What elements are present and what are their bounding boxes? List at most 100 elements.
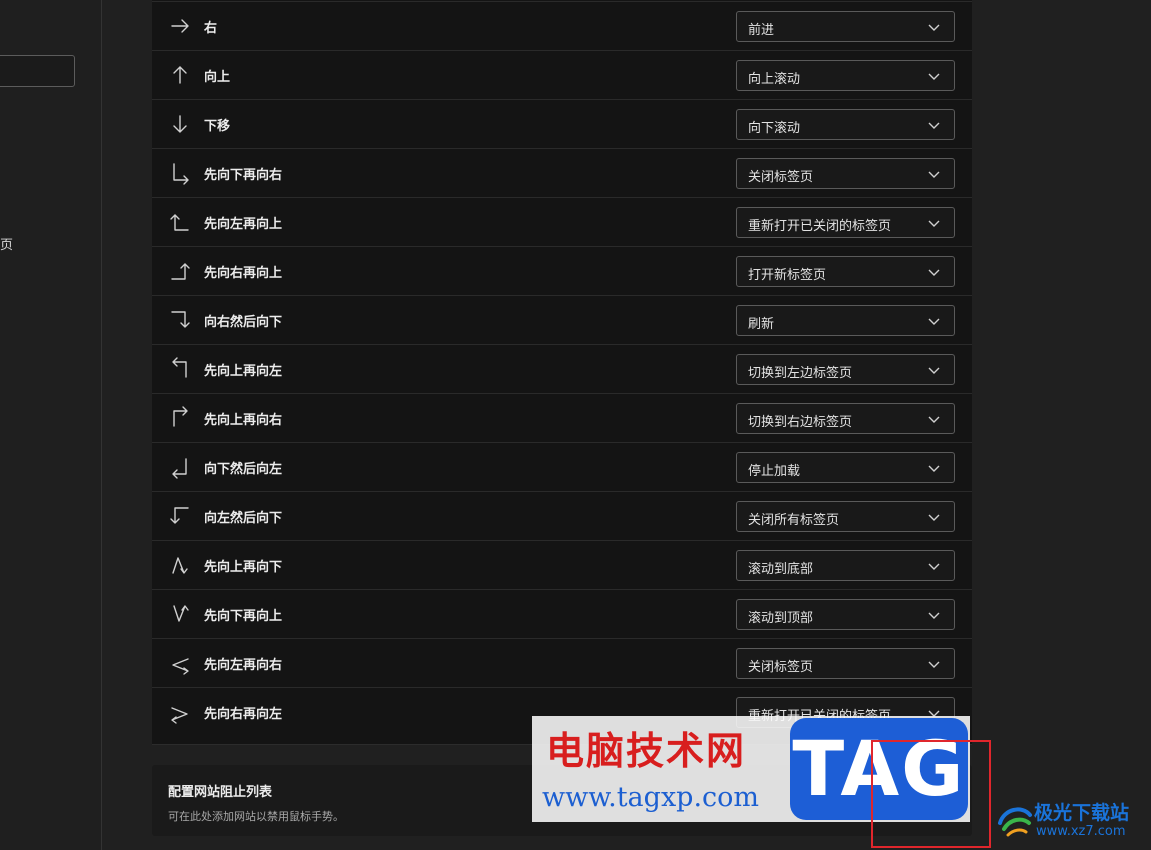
gesture-action-select[interactable]: 关闭标签页 [736, 158, 955, 189]
gesture-row: 向上 向上滚动 [152, 50, 972, 99]
gesture-action-select[interactable]: 前进 [736, 11, 955, 42]
gesture-action-value: 重新打开已关闭的标签页 [748, 219, 892, 234]
watermark-logo-name: 极光下载站 [1034, 802, 1130, 824]
gesture-action-select[interactable]: 关闭标签页 [736, 648, 955, 679]
gesture-action-select[interactable]: 关闭所有标签页 [736, 501, 955, 532]
up-then-left-icon [168, 357, 192, 381]
gesture-row: 先向下再向右 关闭标签页 [152, 148, 972, 197]
gesture-action-value: 打开新标签页 [748, 268, 827, 283]
gesture-action-select[interactable]: 向下滚动 [736, 109, 955, 140]
block-list-title: 配置网站阻止列表 [168, 785, 273, 800]
up-then-down-icon [168, 553, 192, 577]
gesture-label: 先向右再向左 [204, 707, 283, 722]
gesture-row: 先向上再向右 切换到右边标签页 [152, 393, 972, 442]
gesture-label: 向左然后向下 [204, 511, 283, 526]
gesture-row: 先向左再向右 关闭标签页 [152, 638, 972, 687]
gesture-row: 先向上再向左 切换到左边标签页 [152, 344, 972, 393]
gesture-action-value: 关闭标签页 [748, 170, 814, 185]
gesture-action-value: 滚动到底部 [748, 562, 814, 577]
gesture-action-value: 向下滚动 [748, 121, 801, 136]
chevron-down-icon [928, 217, 940, 229]
gesture-label: 先向上再向下 [204, 560, 283, 575]
gesture-action-value: 关闭标签页 [748, 660, 814, 675]
chevron-down-icon [928, 560, 940, 572]
watermark-corner-logo: 极光下载站 www.xz7.com [996, 797, 1146, 843]
gesture-action-value: 切换到左边标签页 [748, 366, 853, 381]
gesture-label: 先向上再向左 [204, 364, 283, 379]
gesture-row: 向下然后向左 停止加载 [152, 442, 972, 491]
chevron-down-icon [928, 609, 940, 621]
left-then-down-icon [168, 504, 192, 528]
left-then-up-icon [168, 210, 192, 234]
chevron-down-icon [928, 413, 940, 425]
gesture-action-select[interactable]: 切换到右边标签页 [736, 403, 955, 434]
gesture-action-value: 向上滚动 [748, 72, 801, 87]
chevron-down-icon [928, 315, 940, 327]
chevron-down-icon [928, 168, 940, 180]
right-then-up-icon [168, 259, 192, 283]
down-then-up-icon [168, 602, 192, 626]
gesture-action-value: 滚动到顶部 [748, 611, 814, 626]
gesture-row: 先向右再向上 打开新标签页 [152, 246, 972, 295]
chevron-down-icon [928, 364, 940, 376]
gesture-row: 向左然后向下 关闭所有标签页 [152, 491, 972, 540]
gesture-label: 先向左再向上 [204, 217, 283, 232]
right-then-left-icon [168, 700, 192, 724]
gesture-row: 先向上再向下 滚动到底部 [152, 540, 972, 589]
gesture-label: 向下然后向左 [204, 462, 283, 477]
gesture-row: 右 前进 [152, 1, 972, 50]
gesture-label: 向上 [204, 70, 231, 85]
gesture-row: 下移 向下滚动 [152, 99, 972, 148]
gesture-action-value: 关闭所有标签页 [748, 513, 840, 528]
gesture-action-select[interactable]: 刷新 [736, 305, 955, 336]
gesture-label: 先向左再向右 [204, 658, 283, 673]
chevron-down-icon [928, 462, 940, 474]
down-then-left-icon [168, 455, 192, 479]
arrow-right-icon [168, 14, 192, 38]
arrow-up-icon [168, 63, 192, 87]
gesture-label: 先向下再向右 [204, 168, 283, 183]
sidebar-item-clipped[interactable]: 页 [0, 234, 13, 253]
mouse-gesture-list: 右前进 向上 向上滚动 下移 向下滚动 先向下再向右 关闭标签页 先向左再向上 重新打开已关闭的… [152, 0, 972, 745]
gesture-action-value: 切换到右边标签页 [748, 415, 853, 430]
watermark-site-name: 电脑技术网 [546, 728, 747, 773]
aurora-logo-icon [998, 807, 1032, 837]
chevron-down-icon [928, 119, 940, 131]
watermark-logo-url: www.xz7.com [1036, 824, 1126, 839]
gesture-action-select[interactable]: 重新打开已关闭的标签页 [736, 207, 955, 238]
gesture-action-select[interactable]: 向上滚动 [736, 60, 955, 91]
gesture-row: 先向左再向上 重新打开已关闭的标签页 [152, 197, 972, 246]
gesture-action-value: 刷新 [748, 317, 775, 332]
chevron-down-icon [928, 266, 940, 278]
gesture-action-select[interactable]: 滚动到底部 [736, 550, 955, 581]
arrow-down-icon [168, 112, 192, 136]
gesture-action-select[interactable]: 打开新标签页 [736, 256, 955, 287]
block-list-description: 可在此处添加网站以禁用鼠标手势。 [168, 810, 344, 823]
gesture-label: 向右然后向下 [204, 315, 283, 330]
gesture-row: 先向下再向上 滚动到顶部 [152, 589, 972, 638]
highlight-frame [871, 740, 991, 848]
gesture-label: 下移 [204, 119, 231, 134]
gesture-label: 先向右再向上 [204, 266, 283, 281]
browser-settings-page: 页 右前进 向上 向上滚动 下移 向下滚动 先向下再向右 关闭标签页 先向左再向上 重新打开已关… [0, 0, 1151, 850]
chevron-down-icon [928, 658, 940, 670]
chevron-down-icon [928, 511, 940, 523]
gesture-action-value: 停止加载 [748, 464, 801, 479]
gesture-action-value: 前进 [748, 23, 775, 38]
gesture-row: 向右然后向下 刷新 [152, 295, 972, 344]
down-then-right-icon [168, 161, 192, 185]
left-then-right-icon [168, 651, 192, 675]
gesture-action-select[interactable]: 切换到左边标签页 [736, 354, 955, 385]
gesture-label: 右 [204, 21, 218, 36]
watermark-site-url: www.tagxp.com [542, 782, 760, 813]
settings-sidebar: 页 [0, 0, 102, 850]
right-then-down-icon [168, 308, 192, 332]
chevron-down-icon [928, 70, 940, 82]
chevron-down-icon [928, 21, 940, 33]
gesture-action-select[interactable]: 停止加载 [736, 452, 955, 483]
gesture-label: 先向上再向右 [204, 413, 283, 428]
gesture-action-select[interactable]: 滚动到顶部 [736, 599, 955, 630]
gesture-label: 先向下再向上 [204, 609, 283, 624]
search-settings-input[interactable] [0, 55, 75, 87]
up-then-right-icon [168, 406, 192, 430]
